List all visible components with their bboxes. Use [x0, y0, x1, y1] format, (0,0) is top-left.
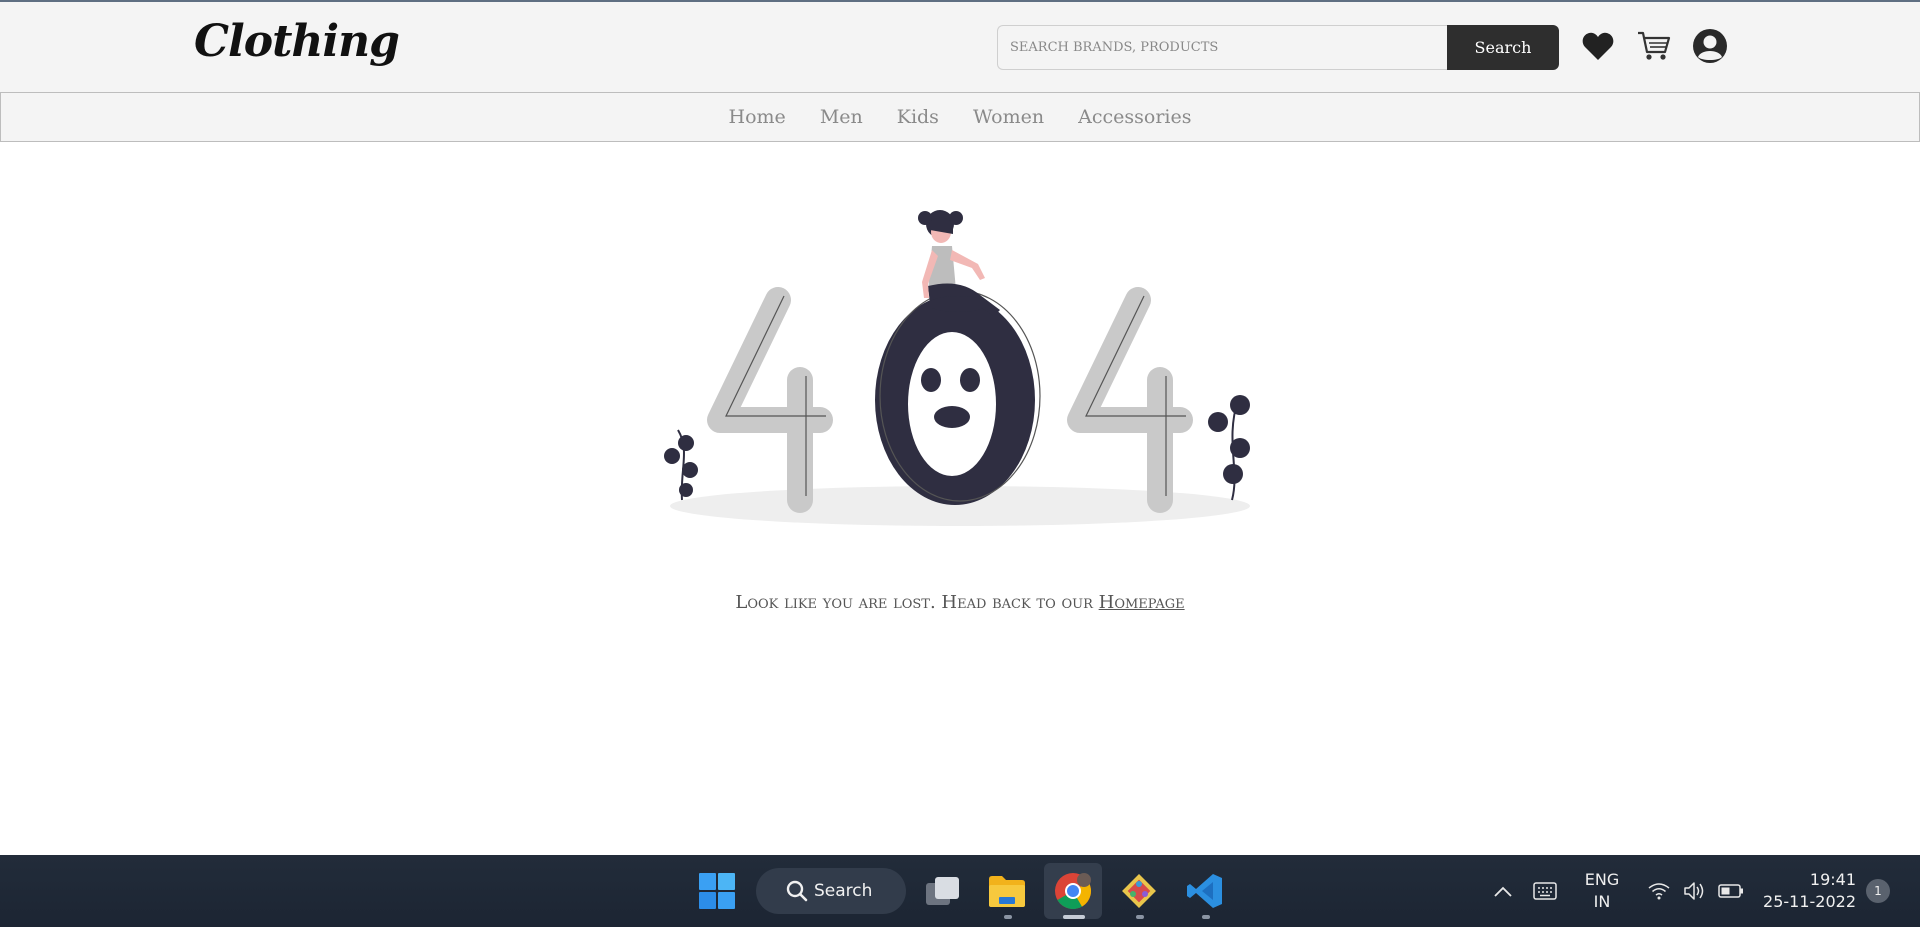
vscode-running-indicator	[1202, 915, 1210, 919]
file-explorer-button[interactable]	[982, 867, 1032, 915]
network-button[interactable]	[1644, 877, 1674, 905]
404-illustration	[664, 210, 1250, 526]
cart-button[interactable]	[1634, 26, 1674, 66]
heart-icon	[1582, 32, 1614, 60]
cart-icon	[1638, 31, 1671, 60]
digit-four-left	[707, 287, 833, 513]
main-nav: Home Men Kids Women Accessories	[0, 92, 1920, 142]
plant-right	[1208, 395, 1250, 501]
digit-zero	[875, 290, 1041, 505]
git-running-indicator	[1136, 915, 1144, 919]
not-found-text: Look like you are lost. Head back to our	[735, 592, 1093, 613]
clock[interactable]: 19:41 25-11-2022	[1760, 867, 1856, 915]
user-icon	[1693, 29, 1727, 63]
vscode-icon	[1187, 874, 1222, 908]
notification-badge[interactable]: 1	[1866, 879, 1890, 903]
task-view-icon	[926, 877, 959, 905]
keyboard-icon	[1533, 882, 1557, 900]
nav-accessories[interactable]: Accessories	[1061, 106, 1208, 128]
folder-icon	[989, 876, 1025, 907]
windows-taskbar: Search ENG IN 19:41 25-11-2022 1	[0, 855, 1920, 927]
language-indicator[interactable]: ENG IN	[1574, 869, 1630, 913]
touch-keyboard-button[interactable]	[1530, 877, 1560, 905]
chrome-button[interactable]	[1044, 863, 1102, 919]
speaker-icon	[1684, 882, 1704, 900]
nav-home[interactable]: Home	[712, 106, 803, 128]
explorer-running-indicator	[1004, 915, 1012, 919]
clock-date: 25-11-2022	[1763, 892, 1856, 911]
taskbar-search[interactable]: Search	[756, 868, 906, 914]
start-button[interactable]	[692, 867, 742, 915]
wishlist-button[interactable]	[1578, 26, 1618, 66]
nav-men[interactable]: Men	[803, 106, 880, 128]
search-bar: Search	[997, 25, 1559, 72]
not-found-message: Look like you are lost. Head back to our…	[0, 592, 1920, 613]
volume-button[interactable]	[1680, 877, 1710, 905]
site-logo[interactable]: Clothing	[194, 16, 400, 67]
battery-button[interactable]	[1716, 877, 1746, 905]
account-button[interactable]	[1690, 26, 1730, 66]
git-app-icon	[1122, 874, 1156, 908]
wifi-icon	[1648, 883, 1670, 900]
language-code: ENG	[1584, 870, 1620, 889]
battery-icon	[1718, 884, 1743, 898]
search-button[interactable]: Search	[1447, 25, 1559, 70]
git-app-button[interactable]	[1114, 867, 1164, 915]
vscode-button[interactable]	[1180, 867, 1230, 915]
nav-kids[interactable]: Kids	[880, 106, 956, 128]
windows-logo-icon	[699, 873, 735, 909]
search-input[interactable]	[997, 25, 1449, 70]
plant-left	[664, 429, 698, 501]
nav-women[interactable]: Women	[956, 106, 1061, 128]
sitting-woman	[918, 210, 1000, 316]
clock-time: 19:41	[1809, 870, 1856, 889]
homepage-link[interactable]: Homepage	[1099, 592, 1185, 613]
taskbar-search-label: Search	[814, 881, 873, 901]
chrome-icon	[1055, 873, 1092, 910]
chrome-active-indicator	[1063, 915, 1085, 919]
chevron-up-icon	[1494, 886, 1512, 897]
site-header: Clothing Search	[0, 2, 1920, 92]
show-hidden-icons-button[interactable]	[1490, 879, 1516, 905]
digit-four-right	[1067, 287, 1193, 513]
search-icon	[786, 880, 808, 902]
task-view-button[interactable]	[918, 867, 966, 915]
region-code: IN	[1593, 892, 1611, 911]
